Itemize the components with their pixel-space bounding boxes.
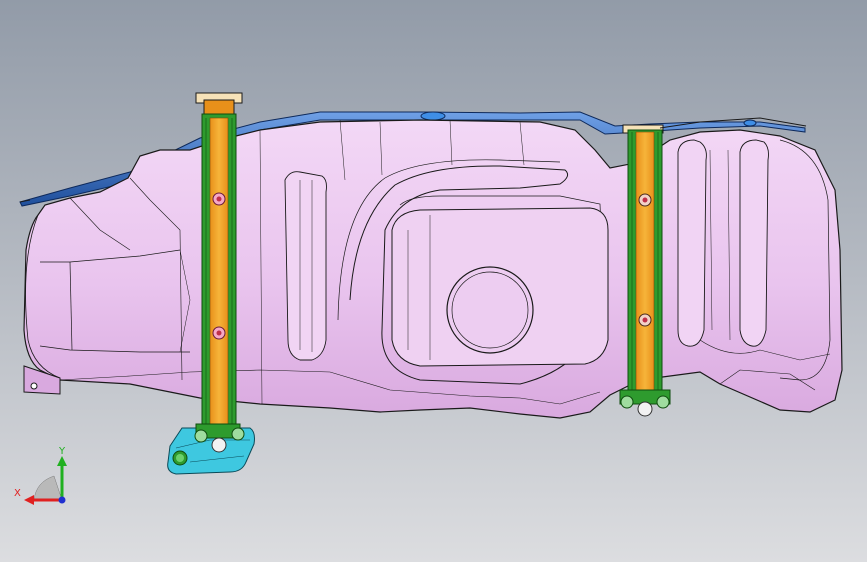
left-mount-hole [30,382,38,390]
triad-z-axis [58,496,66,504]
coordinate-triad: X Y [14,446,67,505]
tank-rib [284,171,327,361]
fuel-pump-flange[interactable] [446,266,534,354]
triad-base [33,475,63,501]
strap-nut [637,401,653,417]
strap-bolt [216,330,222,336]
triad-x-label: X [14,488,21,499]
bracket-nut [231,427,245,441]
flange-cap [743,119,757,127]
triad-y-arrow [57,456,67,466]
bracket-nut [194,429,208,443]
tank-rib-right [677,139,707,347]
triad-y-label: Y [58,446,66,457]
strap-bolt [642,197,648,203]
right-strap[interactable] [619,124,671,417]
bracket-nut [211,437,227,453]
strap-nut [620,395,634,409]
strap-nut [656,395,670,409]
strap-band [209,117,229,429]
left-strap[interactable] [195,92,243,433]
flange-cap [420,111,446,121]
strap-band [635,131,655,395]
bracket-nut [176,454,184,462]
triad-x-arrow [24,495,34,505]
model-scene[interactable]: X Y [0,0,867,562]
strap-bolt [642,317,648,323]
strap-bolt [216,196,222,202]
cad-viewport[interactable]: X Y [0,0,867,562]
tank-rib-right [739,139,769,347]
left-mount-bracket[interactable] [167,423,255,475]
